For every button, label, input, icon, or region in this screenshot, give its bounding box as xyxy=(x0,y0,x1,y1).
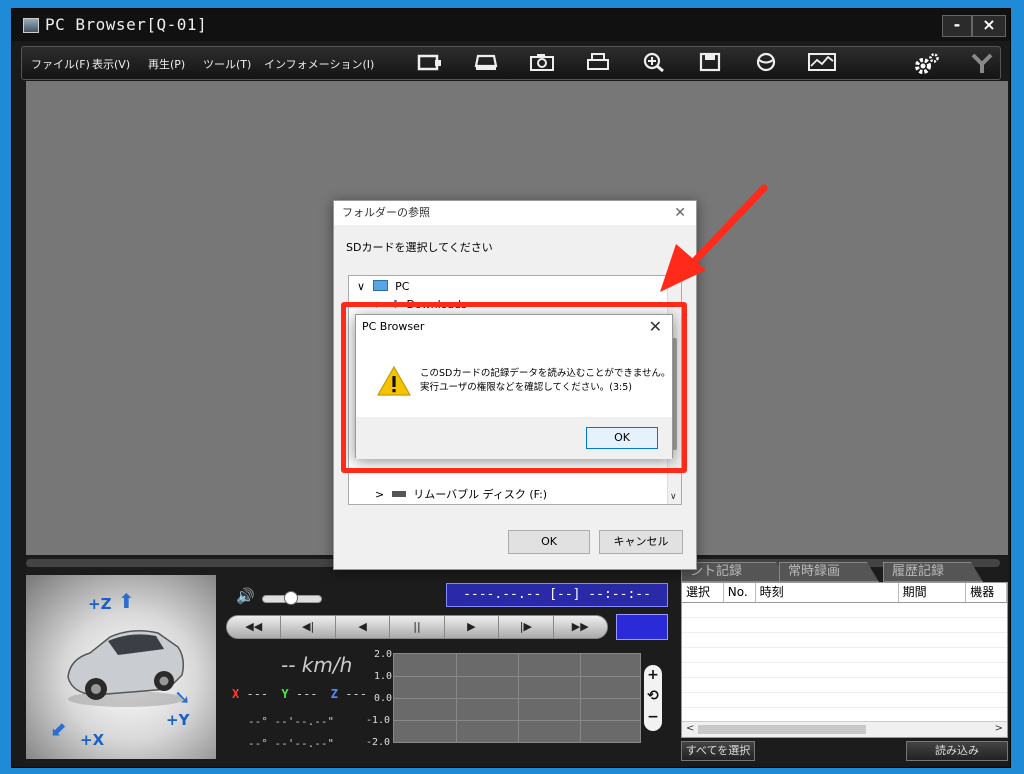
tab-continuous-record[interactable]: 常時録画 xyxy=(779,562,879,582)
zoom-out-button[interactable]: − xyxy=(644,707,662,728)
zoom-icon[interactable] xyxy=(638,52,670,76)
scroll-left-icon[interactable]: < xyxy=(686,723,694,734)
highlight-box xyxy=(341,302,687,473)
timecode-display: ----.--.-- [--] --:--:-- xyxy=(446,583,668,607)
arrow-up-icon: ⬆ xyxy=(118,589,135,613)
speed-readout: -- km/h xyxy=(281,653,352,677)
bottom-panel: +Z ⬆ ➘ +Y ⬋ +X 🔊 ----.--.-- [--] --:--:-… xyxy=(26,557,1008,763)
status-indicator xyxy=(616,614,668,640)
axis-y-label: +Y xyxy=(166,711,190,729)
record-table: 選択 No. 時刻 期間 機器 < > xyxy=(681,582,1008,738)
column-time[interactable]: 時刻 xyxy=(756,583,899,602)
tab-history-record[interactable]: 履歴記録 xyxy=(883,562,983,582)
zoom-in-button[interactable]: + xyxy=(644,665,662,686)
axis-x-label: +X xyxy=(80,731,105,749)
dialog-instruction: SDカードを選択してください xyxy=(346,241,493,254)
column-device[interactable]: 機器 xyxy=(966,583,1007,602)
next-button[interactable]: |▶ xyxy=(499,616,554,638)
tree-item-pc[interactable]: ∨ PC xyxy=(357,280,409,293)
menu-information[interactable]: インフォメーション(I) xyxy=(264,56,374,72)
play-button[interactable]: ▶ xyxy=(444,616,500,638)
load-button[interactable]: 読み込み xyxy=(906,741,1008,761)
speed-unit: km/h xyxy=(301,653,353,677)
y-tick-label: 1.0 xyxy=(374,671,393,682)
gear-icon[interactable] xyxy=(910,52,942,76)
menu-view[interactable]: 表示(V) xyxy=(92,56,130,72)
select-all-button[interactable]: すべてを選択 xyxy=(681,741,755,761)
tree-item-label: リムーバブル ディスク (F:) xyxy=(413,488,548,501)
save-icon[interactable] xyxy=(694,52,726,76)
arrow-left-icon: ⬋ xyxy=(50,717,67,741)
drive-icon xyxy=(391,491,406,497)
table-header: 選択 No. 時刻 期間 機器 xyxy=(682,583,1007,603)
menu-bar: ファイル(F) 表示(V) 再生(P) ツール(T) インフォメーション(I) xyxy=(21,46,1001,80)
globe-icon[interactable] xyxy=(750,52,782,76)
accel-x-label: X xyxy=(232,687,240,701)
expander-icon[interactable]: ∨ xyxy=(357,280,365,293)
camera-icon[interactable] xyxy=(526,52,558,76)
record-tabs: ント記録 常時録画 履歴記録 xyxy=(681,562,1008,582)
tab-event-record[interactable]: ント記録 xyxy=(681,562,789,582)
print-icon[interactable] xyxy=(582,52,614,76)
fast-forward-button[interactable]: ▶▶ xyxy=(553,616,607,638)
expander-icon[interactable]: > xyxy=(375,488,384,501)
y-tick-label: -1.0 xyxy=(366,715,391,726)
volume-icon[interactable]: 🔊 xyxy=(236,587,255,605)
acceleration-graph xyxy=(393,653,641,743)
horizontal-scrollbar[interactable]: < > xyxy=(682,721,1007,737)
accel-y-label: Y xyxy=(281,687,289,701)
tree-item-removable-disk[interactable]: > リムーバブル ディスク (F:) xyxy=(375,486,547,502)
longitude-readout: --° --'--.--" xyxy=(248,737,335,750)
car-image xyxy=(67,630,185,707)
accel-z-label: Z xyxy=(330,687,339,701)
menu-tools[interactable]: ツール(T) xyxy=(203,56,251,72)
dialog-close-button[interactable]: ✕ xyxy=(674,201,686,225)
y-tick-label: 2.0 xyxy=(374,649,393,660)
previous-button[interactable]: ◀| xyxy=(281,616,336,638)
column-no[interactable]: No. xyxy=(724,583,756,602)
dialog-title: フォルダーの参照 xyxy=(342,206,430,219)
accel-readout: X --- Y --- Z --- xyxy=(232,687,367,701)
minimize-button[interactable]: - xyxy=(942,15,972,37)
graph-icon[interactable] xyxy=(806,52,838,76)
window-title: PC Browser[Q-01] xyxy=(45,15,208,34)
graph-zoom-controls: + ⟲ − xyxy=(644,665,662,731)
playback-controls: ◀◀ ◀| ◀ || ▶ |▶ ▶▶ xyxy=(226,615,608,639)
dialog-title-bar: フォルダーの参照 ✕ xyxy=(334,201,696,225)
fast-rewind-button[interactable]: ◀◀ xyxy=(227,616,282,638)
scroll-thumb[interactable] xyxy=(698,725,866,734)
car-orientation-panel: +Z ⬆ ➘ +Y ⬋ +X xyxy=(26,575,216,759)
y-tick-label: -2.0 xyxy=(366,737,391,748)
menu-file[interactable]: ファイル(F) xyxy=(31,56,90,72)
scroll-right-icon[interactable]: > xyxy=(995,723,1003,734)
pause-button[interactable]: || xyxy=(390,616,445,638)
title-bar: PC Browser[Q-01] - × xyxy=(12,9,1010,41)
dialog-ok-button[interactable]: OK xyxy=(508,530,590,554)
arrow-right-icon: ➘ xyxy=(174,685,191,709)
latitude-readout: --° --'--.--" xyxy=(248,715,335,728)
axis-z-label: +Z xyxy=(88,595,112,613)
speed-value: -- xyxy=(281,653,296,677)
reverse-play-button[interactable]: ◀ xyxy=(335,616,391,638)
sd-card-icon[interactable] xyxy=(414,52,446,76)
scroll-down-icon[interactable]: ∨ xyxy=(670,492,677,502)
tree-item-label: PC xyxy=(395,280,410,293)
volume-knob[interactable] xyxy=(284,591,298,605)
computer-icon xyxy=(372,280,388,291)
accel-y-value: --- xyxy=(295,687,318,701)
accel-z-value: --- xyxy=(345,687,367,701)
accel-x-value: --- xyxy=(246,687,269,701)
app-icon xyxy=(23,18,39,33)
zoom-reset-button[interactable]: ⟲ xyxy=(644,686,662,707)
dialog-cancel-button[interactable]: キャンセル xyxy=(599,530,683,554)
y-tick-label: 0.0 xyxy=(374,693,393,704)
drive-icon[interactable] xyxy=(470,52,502,76)
menu-play[interactable]: 再生(P) xyxy=(148,56,185,72)
column-period[interactable]: 期間 xyxy=(899,583,967,602)
column-select[interactable]: 選択 xyxy=(682,583,724,602)
close-button[interactable]: × xyxy=(972,15,1006,37)
y-shape-icon[interactable] xyxy=(966,52,998,76)
